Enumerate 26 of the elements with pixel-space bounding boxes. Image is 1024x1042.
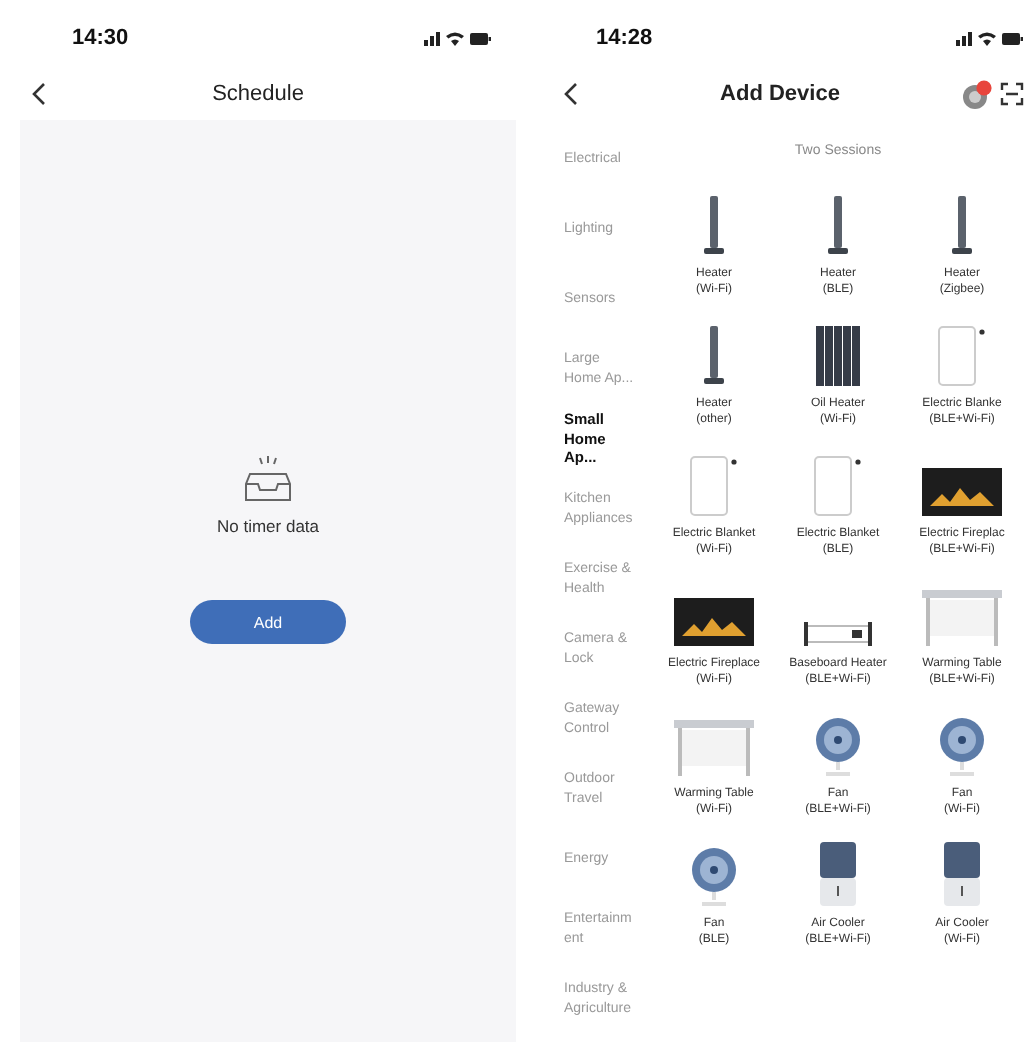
screen-title: Schedule: [212, 82, 304, 106]
status-time: 14:28: [596, 26, 653, 50]
empty-message: No timer data: [216, 516, 320, 536]
tower-heater-icon[interactable]: [702, 325, 726, 386]
baseboard-heater-icon[interactable]: [804, 621, 872, 646]
fan-icon[interactable]: [814, 715, 862, 776]
tower-heater-icon[interactable]: [826, 195, 850, 256]
air-cooler-icon[interactable]: [820, 841, 856, 906]
back-icon[interactable]: [564, 82, 578, 106]
add-button[interactable]: Add: [190, 600, 346, 644]
tower-heater-icon[interactable]: [702, 195, 726, 256]
fireplace-icon[interactable]: [674, 597, 754, 646]
status-time: 14:30: [72, 26, 129, 50]
air-cooler-icon[interactable]: [944, 841, 980, 906]
empty-tray-icon: [242, 456, 294, 504]
fan-icon[interactable]: [938, 715, 986, 776]
back-icon[interactable]: [32, 82, 46, 106]
screen-title: Add Device: [720, 82, 840, 106]
tower-heater-icon[interactable]: [950, 195, 974, 256]
discovery-icon[interactable]: [962, 79, 992, 109]
status-icons: [424, 29, 492, 47]
radiator-icon[interactable]: [816, 325, 860, 386]
fireplace-icon[interactable]: [922, 467, 1002, 516]
status-icons: [956, 29, 1024, 47]
fan-icon[interactable]: [690, 845, 738, 906]
scan-icon[interactable]: [1000, 82, 1024, 106]
